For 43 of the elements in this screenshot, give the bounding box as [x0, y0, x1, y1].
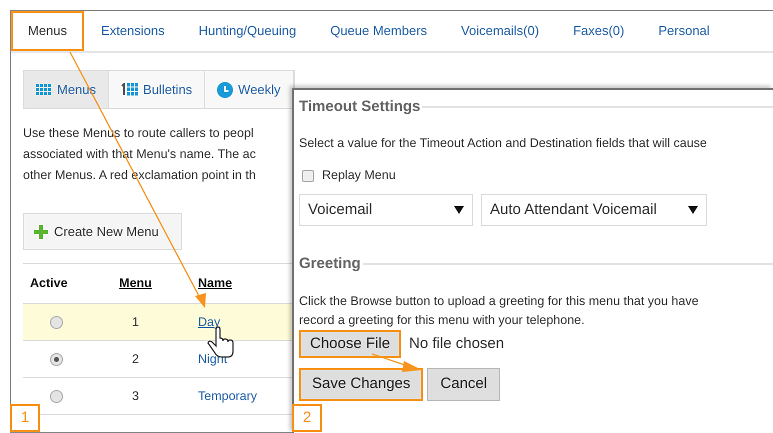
checkbox-label: Replay Menu	[322, 167, 396, 184]
create-new-menu-button[interactable]: Create New Menu	[23, 213, 182, 250]
dropdown[interactable]: Auto Attendant Voicemail	[481, 194, 707, 226]
menu-name-link[interactable]: Day	[198, 314, 220, 329]
column-header[interactable]: Name	[198, 276, 232, 290]
table-cell: 3	[132, 388, 139, 403]
tab[interactable]: Faxes(0)	[556, 11, 642, 51]
tab[interactable]: Extensions	[84, 11, 182, 51]
tab[interactable]: Menus	[11, 11, 84, 51]
instruction-text: Click the Browse button to upload a greeting for this menu that you have	[299, 292, 700, 310]
radio-button[interactable]	[50, 352, 63, 366]
table-cell: 1	[132, 314, 139, 329]
checkbox[interactable]	[302, 170, 314, 182]
tab[interactable]: Queue Members	[313, 11, 444, 51]
tab[interactable]: Hunting/Queuing	[182, 11, 314, 51]
file-status-text: No file chosen	[409, 334, 504, 354]
numbered-list-icon	[121, 83, 138, 96]
sub-tab[interactable]: Bulletins	[109, 71, 206, 108]
section-legend: Timeout Settings	[299, 96, 420, 118]
step-label: 1	[10, 404, 40, 432]
tab[interactable]: Personal	[641, 11, 727, 51]
arrow	[372, 353, 422, 372]
column-header: Active	[30, 275, 68, 292]
plus-icon	[34, 224, 48, 238]
clock-icon	[217, 82, 234, 98]
dropdown[interactable]: Voicemail	[299, 194, 473, 226]
radio-button[interactable]	[50, 316, 63, 328]
section-legend: Greeting	[299, 253, 361, 276]
radio-button[interactable]	[50, 390, 63, 402]
instruction-text: record a greeting for this menu with your telephone.	[299, 312, 586, 329]
instruction-text: Select a value for the Timeout Action and Destination fields that will cause	[299, 134, 708, 152]
grid-icon	[36, 84, 52, 96]
column-header[interactable]: Menu	[119, 276, 152, 290]
table-cell: 2	[132, 352, 139, 366]
sub-tab[interactable]: Weekly	[205, 71, 294, 108]
tab[interactable]: Voicemails(0)	[444, 11, 556, 51]
caret-icon	[688, 206, 698, 214]
save-changes-button[interactable]: Save Changes	[299, 368, 424, 401]
menu-name-link[interactable]: Temporary	[198, 388, 258, 403]
step-label: 2	[292, 404, 322, 432]
caret-icon	[454, 206, 464, 214]
cancel-button[interactable]: Cancel	[427, 368, 500, 401]
choose-file-button[interactable]: Choose File	[299, 330, 402, 358]
